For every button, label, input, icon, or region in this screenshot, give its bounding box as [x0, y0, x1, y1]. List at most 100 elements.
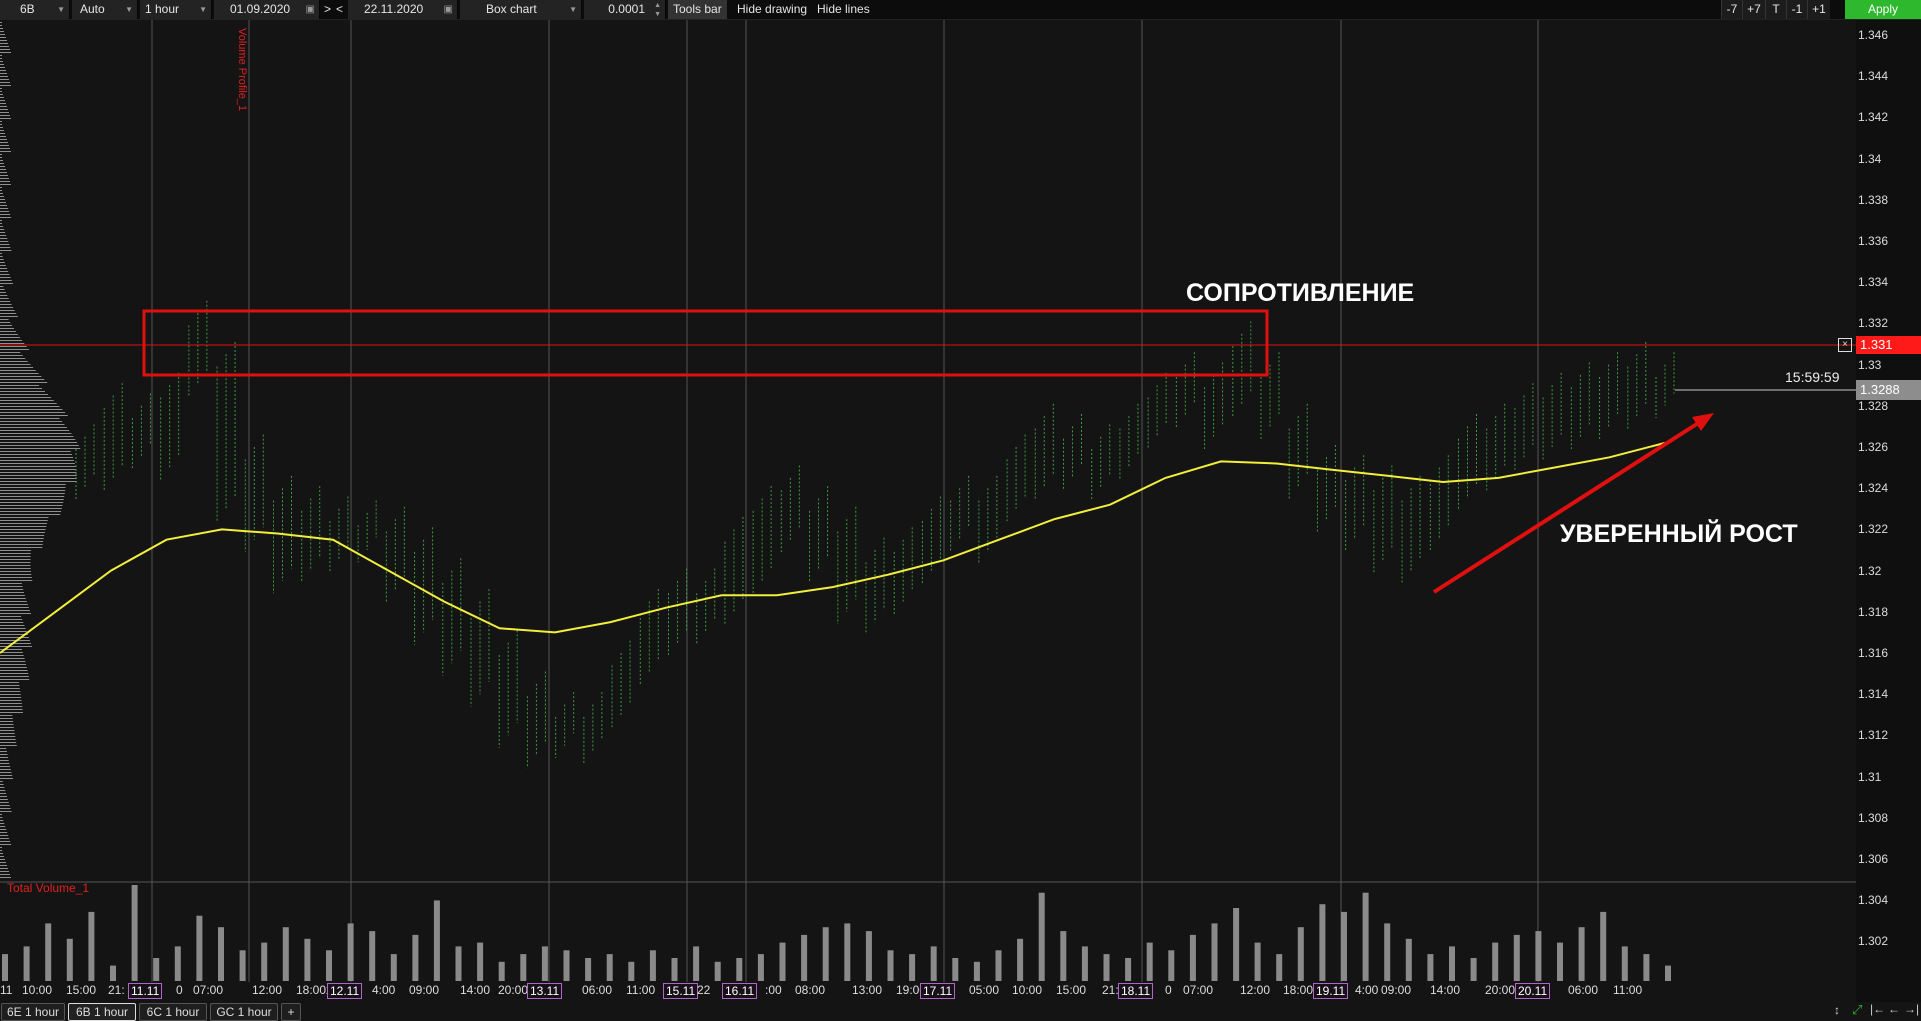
- volume-profile-bar: [0, 679, 30, 680]
- volume-profile-bar: [0, 409, 63, 410]
- volume-bar: [455, 946, 462, 981]
- plus1-button[interactable]: +1: [1807, 0, 1830, 19]
- time-axis-label: 14:00: [460, 983, 491, 997]
- time-axis-day-label: 16.11: [722, 983, 758, 999]
- volume-profile-bar: [0, 46, 9, 47]
- calendar-icon[interactable]: ▣: [444, 0, 453, 19]
- volume-profile-bar: [0, 559, 31, 560]
- volume-profile-bar: [0, 148, 10, 149]
- minus7-button[interactable]: -7: [1721, 0, 1742, 19]
- volume-profile-bar: [0, 346, 27, 347]
- volume-profile-bar: [0, 268, 8, 269]
- symbol-select[interactable]: 6B ▼: [0, 0, 70, 19]
- scroll-left-icon[interactable]: ←: [1888, 1002, 1900, 1016]
- volume-profile-label: Volume Profile_1: [236, 28, 248, 112]
- tick-size-value: 0.0001: [608, 2, 645, 16]
- volume-profile-bar: [0, 247, 11, 248]
- volume-profile-bar: [0, 547, 43, 548]
- volume-profile-bar: [0, 349, 29, 350]
- chevron-down-icon: ▼: [125, 5, 133, 14]
- volume-profile-bar: [0, 493, 65, 494]
- volume-bar: [390, 954, 397, 981]
- add-tab-button[interactable]: +: [281, 1003, 301, 1021]
- next-button[interactable]: >: [322, 0, 333, 19]
- price-tick-label: 1.32: [1858, 563, 1882, 578]
- date-from-field[interactable]: 01.09.2020 ▣: [214, 0, 320, 19]
- tab-6b-1-hour[interactable]: 6B 1 hour: [68, 1003, 136, 1021]
- volume-profile-bar: [0, 859, 5, 860]
- stepper-arrows-icon[interactable]: ▲ ▼: [654, 1, 661, 19]
- calendar-icon[interactable]: ▣: [306, 0, 315, 19]
- time-axis-day-label: 13.11: [527, 983, 563, 999]
- tab-gc-1-hour[interactable]: GC 1 hour: [210, 1003, 278, 1021]
- volume-profile-bar: [0, 703, 22, 704]
- chart-type-select[interactable]: Box chart ▼: [460, 0, 582, 19]
- volume-profile-bar: [0, 184, 11, 185]
- volume-profile-bar: [0, 748, 7, 749]
- volume-profile-bar: [0, 802, 9, 803]
- minus1-button[interactable]: -1: [1786, 0, 1807, 19]
- price-tick-label: 1.336: [1858, 234, 1889, 248]
- volume-profile-bar: [0, 193, 3, 194]
- tools-bar-button[interactable]: Tools bar: [668, 0, 727, 19]
- volume-profile-bar: [0, 358, 26, 359]
- volume-profile-bar: [0, 334, 18, 335]
- time-axis-day-label: 17.11: [920, 983, 956, 999]
- volume-profile-bar: [0, 379, 45, 380]
- volume-profile-bar: [0, 388, 42, 389]
- price-axis[interactable]: 1.346 1.344 1.342 1.34 1.338 1.336 1.334 1.332 1…: [1856, 20, 1921, 1010]
- prev-button[interactable]: <: [334, 0, 345, 19]
- volume-profile-bar: [0, 838, 10, 839]
- timeframe-select[interactable]: 1 hour ▼: [140, 0, 212, 19]
- volume-profile-bar: [0, 871, 9, 872]
- scroll-right-icon[interactable]: →|: [1904, 1002, 1919, 1016]
- apply-button[interactable]: Apply: [1845, 0, 1921, 19]
- volume-bar: [1405, 938, 1412, 981]
- volume-profile-bar: [0, 631, 27, 632]
- volume-bar: [1513, 934, 1520, 981]
- scroll-start-icon[interactable]: |←: [1870, 1002, 1885, 1016]
- volume-profile-bar: [0, 442, 78, 443]
- volume-profile-bar: [0, 373, 39, 374]
- time-axis-label: 10:00: [1012, 983, 1043, 997]
- volume-profile-bar: [0, 730, 15, 731]
- hide-drawing-button[interactable]: Hide drawing: [732, 0, 812, 19]
- volume-profile-bar: [0, 811, 12, 812]
- volume-profile-bar: [0, 814, 2, 815]
- volume-profile-bar: [0, 589, 24, 590]
- volume-profile-bar: [0, 808, 11, 809]
- expand-icon[interactable]: ⤢: [1852, 1002, 1862, 1018]
- volume-profile-bar: [0, 58, 2, 59]
- volume-profile-bar: [0, 253, 2, 254]
- volume-profile-bar: [0, 376, 42, 377]
- volume-profile-bar: [0, 157, 2, 158]
- t-button[interactable]: T: [1765, 0, 1786, 19]
- plus7-button[interactable]: +7: [1742, 0, 1765, 19]
- tab-6c-1-hour[interactable]: 6C 1 hour: [139, 1003, 207, 1021]
- scale-select[interactable]: Auto ▼: [72, 0, 138, 19]
- volume-profile-bar: [0, 262, 5, 263]
- volume-profile-bar: [0, 652, 23, 653]
- tab-6e-1-hour[interactable]: 6E 1 hour: [1, 1003, 65, 1021]
- volume-profile-bar: [0, 535, 45, 536]
- volume-profile-bar: [0, 178, 9, 179]
- hide-lines-button[interactable]: Hide lines: [812, 0, 875, 19]
- volume-profile-bar: [0, 292, 6, 293]
- volume-profile-bar: [0, 706, 23, 707]
- tick-size-stepper[interactable]: 0.0001 ▲ ▼: [584, 0, 666, 19]
- volume-profile-bar: [0, 637, 29, 638]
- close-icon[interactable]: ×: [1838, 338, 1852, 352]
- last-price-tag: 1.3288: [1856, 380, 1921, 400]
- resize-icon[interactable]: ↕: [1834, 1003, 1840, 1017]
- volume-bar: [1665, 965, 1671, 981]
- volume-profile-bar: [0, 304, 12, 305]
- volume-profile-bar: [0, 553, 31, 554]
- volume-profile-bar: [0, 325, 13, 326]
- time-axis-label: 13:00: [852, 983, 883, 997]
- volume-profile-bar: [0, 556, 31, 557]
- volume-profile-bar: [0, 352, 21, 353]
- date-to-field[interactable]: 22.11.2020 ▣: [348, 0, 458, 19]
- volume-profile-bar: [0, 796, 7, 797]
- volume-profile-bar: [0, 817, 3, 818]
- volume-bar: [174, 946, 181, 981]
